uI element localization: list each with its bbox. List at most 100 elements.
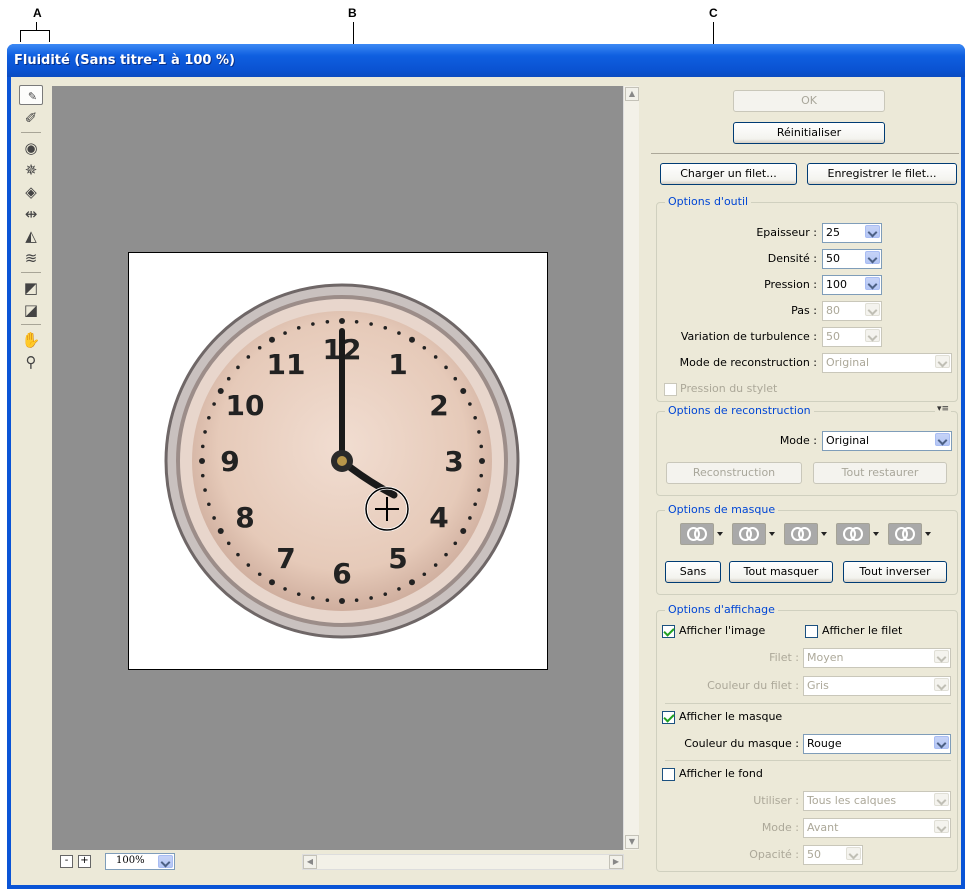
image-document[interactable]: 121234567891011 (128, 252, 548, 670)
rate-select[interactable]: 80 (822, 301, 882, 321)
clock-numeral: 4 (429, 501, 448, 534)
mirror-tool-icon[interactable]: ◭ (19, 225, 43, 247)
chevron-down-icon[interactable] (935, 355, 950, 368)
chevron-down-icon[interactable] (934, 820, 949, 833)
clock-tick (269, 336, 275, 343)
view-options-group: Options d'affichage Afficher l'image Aff… (656, 603, 958, 872)
mask-none-button[interactable]: Sans (665, 561, 721, 583)
liquify-dialog: Fluidité (Sans titre-1 à 100 %) ✎ ✐ ◉ ✵ … (7, 44, 965, 889)
clock-tick (217, 388, 224, 394)
chevron-down-icon[interactable] (821, 532, 827, 536)
reconstruct-button[interactable]: Reconstruction (666, 462, 802, 484)
twirl-tool-icon[interactable]: ◉ (19, 137, 43, 159)
show-mesh-checkbox[interactable] (805, 625, 818, 638)
mask-subtract-icon[interactable] (784, 523, 818, 545)
invert-all-button[interactable]: Tout inverser (843, 561, 947, 583)
clock-tick (226, 376, 231, 381)
panel-menu-icon[interactable]: ▾≡ (934, 404, 951, 414)
chevron-down-icon[interactable] (769, 532, 775, 536)
backdrop-use-select[interactable]: Tous les calques (803, 791, 951, 811)
scroll-left-icon[interactable]: ◀ (303, 855, 317, 869)
clock-tick (354, 319, 359, 324)
chevron-down-icon[interactable] (158, 855, 173, 868)
clock-tick (296, 592, 301, 596)
clock-numeral: 3 (444, 445, 463, 478)
mesh-color-select[interactable]: Gris (803, 676, 951, 696)
mask-add-icon[interactable] (732, 523, 766, 545)
clock-tick (217, 528, 224, 534)
scroll-down-icon[interactable]: ▼ (625, 835, 639, 849)
clock-tick (257, 345, 262, 350)
chevron-down-icon[interactable] (865, 225, 880, 238)
reset-button[interactable]: Réinitialiser (733, 122, 885, 144)
clock-tick (311, 322, 315, 326)
thaw-mask-tool-icon[interactable]: ◪ (19, 299, 43, 321)
vertical-scrollbar[interactable]: ▲ ▼ (623, 86, 639, 850)
reconstruct-mode-select[interactable]: Original (822, 431, 952, 451)
show-image-checkbox[interactable] (662, 625, 675, 638)
chevron-down-icon[interactable] (717, 532, 723, 536)
save-mesh-button[interactable]: Enregistrer le filet... (807, 163, 957, 185)
pucker-tool-icon[interactable]: ✵ (19, 159, 43, 181)
ok-button[interactable]: OK (733, 90, 885, 112)
mask-all-button[interactable]: Tout masquer (729, 561, 833, 583)
clock-tick (203, 430, 207, 434)
show-backdrop-checkbox[interactable] (662, 768, 675, 781)
bloat-tool-icon[interactable]: ◈ (19, 181, 43, 203)
scroll-up-icon[interactable]: ▲ (625, 87, 639, 101)
tools-palette: ✎ ✐ ◉ ✵ ◈ ⇹ ◭ ≋ ◩ ◪ ✋ ⚲ (13, 85, 51, 415)
turbulence-select[interactable]: 50 (822, 327, 882, 347)
chevron-down-icon[interactable] (934, 678, 949, 691)
mask-intersect-icon[interactable] (836, 523, 870, 545)
title-bar[interactable]: Fluidité (Sans titre-1 à 100 %) (7, 44, 965, 77)
restore-all-button[interactable]: Tout restaurer (813, 462, 947, 484)
turbulence-tool-icon[interactable]: ≋ (19, 247, 43, 269)
chevron-down-icon[interactable] (865, 251, 880, 264)
zoom-select[interactable]: 100% (105, 853, 175, 870)
chevron-down-icon[interactable] (934, 793, 949, 806)
rate-label: Pas : (791, 304, 817, 317)
horizontal-scrollbar[interactable]: ◀ ▶ (302, 854, 624, 870)
clock-tick (203, 488, 207, 492)
mask-color-select[interactable]: Rouge (803, 734, 951, 754)
freeze-mask-tool-icon[interactable]: ◩ (19, 277, 43, 299)
mesh-color-label: Couleur du filet : (707, 679, 799, 692)
zoom-in-button[interactable]: + (78, 855, 91, 868)
chevron-down-icon[interactable] (925, 532, 931, 536)
zoom-out-button[interactable]: - (60, 855, 73, 868)
mask-replace-icon[interactable] (680, 523, 714, 545)
density-select[interactable]: 50 (822, 249, 882, 269)
scroll-right-icon[interactable]: ▶ (609, 855, 623, 869)
zoom-tool-icon[interactable]: ⚲ (19, 351, 43, 373)
push-left-tool-icon[interactable]: ⇹ (19, 203, 43, 225)
chevron-down-icon[interactable] (846, 847, 861, 860)
show-image-label: Afficher l'image (679, 624, 766, 637)
density-label: Densité : (767, 252, 817, 265)
chevron-down-icon[interactable] (865, 303, 880, 316)
clock-tick (444, 552, 448, 557)
chevron-down-icon[interactable] (934, 736, 949, 749)
load-mesh-button[interactable]: Charger un filet... (660, 163, 797, 185)
chevron-down-icon[interactable] (934, 650, 949, 663)
pressure-select[interactable]: 100 (822, 275, 882, 295)
reconstruct-tool-icon[interactable]: ✐ (19, 107, 43, 129)
preview-canvas[interactable]: 121234567891011 (52, 86, 623, 850)
forward-warp-tool-icon[interactable]: ✎ (19, 85, 43, 105)
backdrop-opacity-select[interactable]: 50 (803, 845, 863, 865)
chevron-down-icon[interactable] (935, 433, 950, 446)
chevron-down-icon[interactable] (865, 329, 880, 342)
stylus-pressure-checkbox[interactable] (664, 383, 677, 396)
clock-tick (199, 458, 205, 464)
chevron-down-icon[interactable] (865, 277, 880, 290)
brush-size-select[interactable]: 25 (822, 223, 882, 243)
mesh-size-select[interactable]: Moyen (803, 648, 951, 668)
chevron-down-icon[interactable] (873, 532, 879, 536)
hand-tool-icon[interactable]: ✋ (19, 329, 43, 351)
options-panel: OK Réinitialiser Charger un filet... Enr… (645, 77, 961, 885)
recon-mode-select[interactable]: Original (822, 353, 952, 373)
backdrop-mode-select[interactable]: Avant (803, 818, 951, 838)
mask-invert-icon[interactable] (888, 523, 922, 545)
clock-tick (468, 402, 472, 406)
dialog-client: ✎ ✐ ◉ ✵ ◈ ⇹ ◭ ≋ ◩ ◪ ✋ ⚲ 1 2 3 4 5 6 7 8 … (11, 77, 961, 885)
show-mask-checkbox[interactable] (662, 711, 675, 724)
